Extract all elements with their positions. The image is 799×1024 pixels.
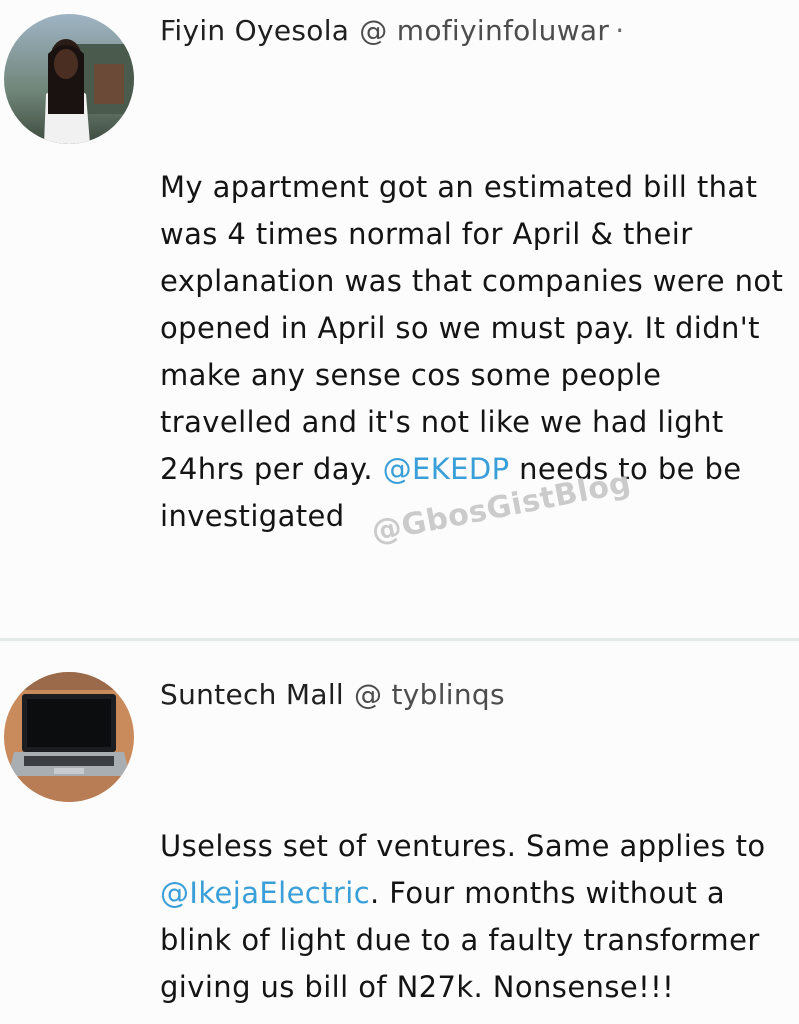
laptop-avatar[interactable] [4,672,134,802]
user-handle[interactable]: @ tyblinqs [354,678,505,711]
user-photo-avatar[interactable] [4,14,134,144]
mention-link[interactable]: @IkejaElectric [160,876,370,910]
tweet-text-part: Useless set of ventures. Same applies to [160,829,766,863]
mention-link[interactable]: @EKEDP [383,452,510,486]
tweet-header: Suntech Mall @ tyblinqs [160,678,505,711]
tweet-header: Fiyin Oyesola @ mofiyinfoluwar · [160,14,624,47]
avatar-photo-icon [4,14,134,144]
tweet-fiyin-oyesola[interactable]: Fiyin Oyesola @ mofiyinfoluwar · My apartm… [0,0,799,640]
separator-dot: · [615,14,625,47]
display-name[interactable]: Fiyin Oyesola [160,14,349,47]
tweet-divider [0,638,799,641]
tweet-suntech-mall[interactable]: Suntech Mall @ tyblinqs Useless set of ve… [0,643,799,1024]
tweet-text-part: My apartment got an estimated bill that … [160,170,784,486]
tweet-text: Useless set of ventures. Same applies to… [160,823,792,1011]
user-handle[interactable]: @ mofiyinfoluwar [359,14,609,47]
tweet-text: My apartment got an estimated bill that … [160,164,792,540]
laptop-icon [4,672,134,802]
display-name[interactable]: Suntech Mall [160,678,344,711]
